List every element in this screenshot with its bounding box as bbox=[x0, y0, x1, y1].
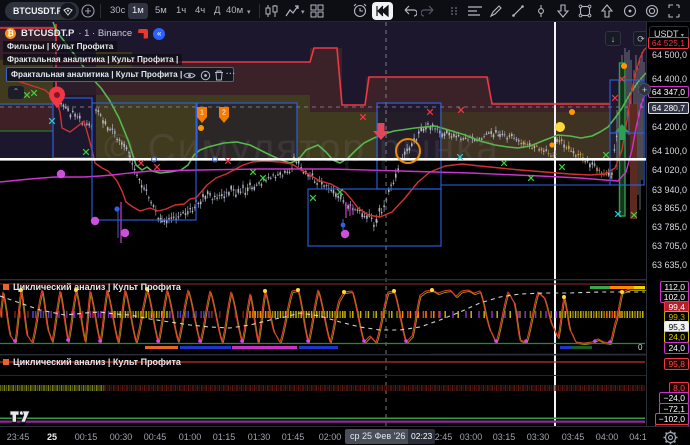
svg-text:1: 1 bbox=[200, 110, 204, 117]
svg-text:2: 2 bbox=[222, 110, 226, 117]
